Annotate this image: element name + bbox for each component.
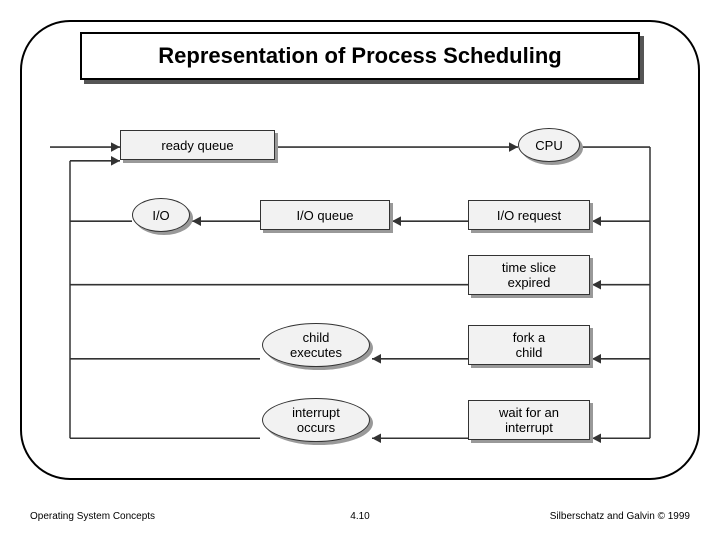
label: CPU xyxy=(535,138,562,153)
title-text: Representation of Process Scheduling xyxy=(158,43,561,69)
node-ready-queue: ready queue xyxy=(120,130,275,160)
label: interrupt occurs xyxy=(292,405,340,435)
diagram-area: ready queue CPU I/O I/O queue I/O reques… xyxy=(50,110,670,470)
footer-right: Silberschatz and Galvin © 1999 xyxy=(550,511,690,522)
footer: Operating System Concepts 4.10 Silbersch… xyxy=(30,511,690,522)
label: I/O request xyxy=(497,208,561,223)
label: ready queue xyxy=(161,138,233,153)
node-wait-interrupt: wait for an interrupt xyxy=(468,400,590,440)
footer-left: Operating System Concepts xyxy=(30,511,155,522)
node-child-executes: child executes xyxy=(262,323,370,367)
node-io-queue: I/O queue xyxy=(260,200,390,230)
node-cpu: CPU xyxy=(518,128,580,162)
label: I/O queue xyxy=(296,208,353,223)
node-time-slice: time slice expired xyxy=(468,255,590,295)
label: child executes xyxy=(290,330,342,360)
slide-title: Representation of Process Scheduling xyxy=(80,32,640,80)
label: I/O xyxy=(152,208,169,223)
node-io: I/O xyxy=(132,198,190,232)
label: time slice expired xyxy=(502,260,556,290)
node-io-request: I/O request xyxy=(468,200,590,230)
label: wait for an interrupt xyxy=(499,405,559,435)
node-fork-child: fork a child xyxy=(468,325,590,365)
node-interrupt-occurs: interrupt occurs xyxy=(262,398,370,442)
label: fork a child xyxy=(513,330,546,360)
footer-center: 4.10 xyxy=(350,511,369,522)
